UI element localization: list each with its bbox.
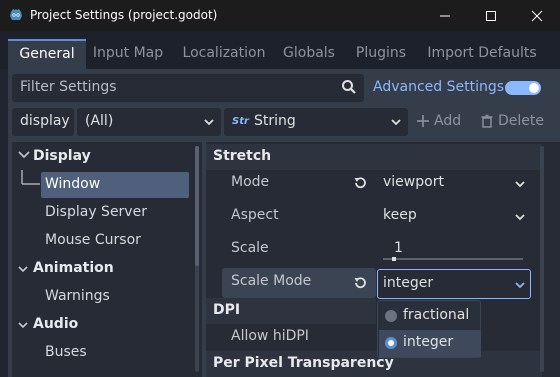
maximize-button[interactable] [468,0,514,31]
chevron-down-icon[interactable] [514,178,526,190]
delete-label: Delete [498,113,544,129]
maximize-icon [486,10,496,21]
type-select[interactable]: Str String [224,108,408,136]
title-bar: Project Settings (project.godot) [0,0,560,31]
plus-icon [417,115,429,127]
aspect-value[interactable]: keep [383,207,417,223]
scale-label: Scale [231,240,269,256]
revert-icon[interactable] [352,175,368,191]
tree-item-window[interactable]: Window [45,176,100,192]
tree-item-display-server[interactable]: Display Server [45,204,147,220]
scale-slider-knob[interactable] [392,257,396,261]
close-icon [531,10,543,21]
section-stretch-title: Stretch [213,148,272,164]
scale-mode-row: Scale Mode [222,268,376,298]
feature-select[interactable]: (All) [77,108,221,136]
window-title: Project Settings (project.godot) [30,8,218,22]
mode-value[interactable]: viewport [383,174,444,190]
scale-value[interactable]: 1 [394,240,403,256]
scale-mode-dropdown[interactable]: integer [377,269,531,299]
minimize-button[interactable] [422,0,468,31]
tree-scrollbar[interactable] [195,146,199,372]
tree-item-warnings[interactable]: Warnings [45,288,110,304]
string-type-icon: Str [232,116,249,127]
section-per-pixel-transparency: Per Pixel Transparency [206,351,542,377]
advanced-settings-label: Advanced Settings [373,79,505,95]
delete-button[interactable]: Delete [480,113,544,129]
close-button[interactable] [514,0,560,31]
chevron-down-icon[interactable] [514,211,526,223]
section-ppt-title: Per Pixel Transparency [213,355,394,371]
scale-mode-label: Scale Mode [231,273,312,289]
property-path-input[interactable]: display [12,108,74,136]
filter-placeholder: Filter Settings [20,79,117,95]
add-label: Add [434,113,462,129]
aspect-label: Aspect [231,207,279,223]
tree-section-display[interactable]: Display [33,148,91,164]
tab-import-defaults[interactable]: Import Defaults [420,39,544,69]
chevron-down-icon [204,119,214,126]
filter-settings-input[interactable]: Filter Settings [12,74,364,102]
section-dpi-title: DPI [213,302,241,318]
chevron-down-icon[interactable] [17,319,29,331]
mode-label: Mode [231,174,270,190]
toggle-knob [529,83,539,93]
chevron-down-icon [515,282,525,289]
scale-mode-value: integer [383,275,434,291]
search-icon [342,80,356,94]
tab-input-map[interactable]: Input Map [86,39,170,69]
tree-section-audio[interactable]: Audio [33,316,78,332]
revert-icon[interactable] [352,275,368,291]
tab-localization[interactable]: Localization [176,39,272,69]
tree-item-buses[interactable]: Buses [45,344,87,360]
tab-bar: General Input Map Localization Globals P… [0,31,560,69]
type-select-value: String [254,113,296,129]
tree-scrollbar-thumb[interactable] [195,146,199,266]
chevron-down-icon[interactable] [17,263,29,275]
godot-logo-icon [10,9,22,20]
tree-item-mouse-cursor[interactable]: Mouse Cursor [45,232,141,248]
section-dpi: DPI [206,298,376,324]
allow-hidpi-label: Allow hiDPI [231,328,309,344]
add-button[interactable]: Add [416,113,461,129]
chevron-down-icon [391,119,401,126]
trash-icon [481,114,493,128]
feature-select-value: (All) [85,113,114,129]
property-path-value: display [20,113,70,129]
tab-globals[interactable]: Globals [276,39,342,69]
option-fractional-label: fractional [403,307,470,323]
radio-checked-icon [385,337,397,349]
advanced-settings-toggle[interactable] [505,81,541,95]
tab-plugins[interactable]: Plugins [348,39,414,69]
section-stretch: Stretch [206,144,542,170]
option-integer-label: integer [403,334,454,350]
scale-mode-popup: fractional integer [377,300,481,358]
option-fractional[interactable]: fractional [379,302,481,329]
scale-slider-track[interactable] [383,258,523,260]
tree-section-animation[interactable]: Animation [33,260,114,276]
tab-general[interactable]: General [8,39,86,69]
inspector-scrollbar[interactable] [540,146,544,372]
radio-unchecked-icon [385,310,397,322]
option-integer[interactable]: integer [379,330,481,357]
minimize-icon [440,15,450,16]
